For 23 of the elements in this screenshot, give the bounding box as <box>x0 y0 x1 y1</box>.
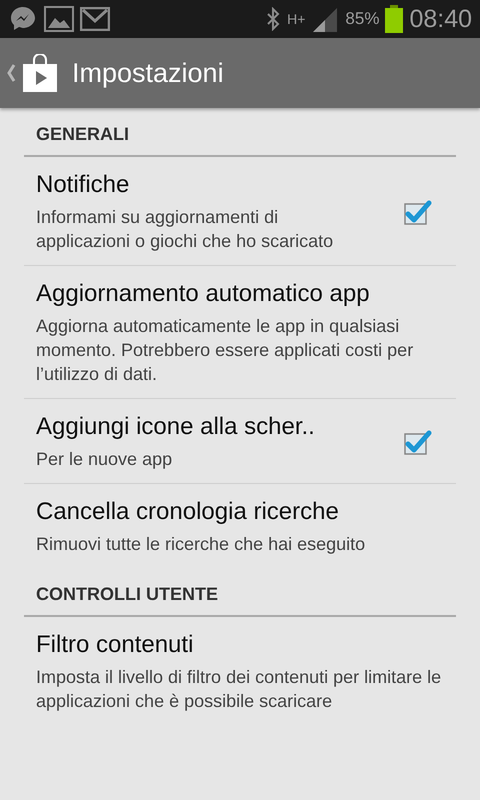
battery-percent: 85% <box>345 9 380 29</box>
setting-description: Imposta il livello di filtro dei contenuti per limitare le applicazioni che è possibile scaricare <box>36 666 442 713</box>
shopping-bag-icon <box>22 54 58 92</box>
setting-title[interactable]: Filtro contenuti <box>36 631 444 659</box>
bluetooth-icon <box>265 7 282 31</box>
section-header: CONTROLLI UTENTE <box>24 568 456 617</box>
setting-description: Per le nuove app <box>36 448 174 471</box>
section-header: GENERALI <box>24 108 456 157</box>
mail-icon <box>80 7 110 31</box>
setting-title[interactable]: Aggiungi icone alla scher.. <box>36 413 402 441</box>
network-type: H+ <box>287 11 306 27</box>
setting-description: Informami su aggiornamenti di applicazioni o giochi che ho scaricato <box>36 206 334 253</box>
back-icon[interactable] <box>6 63 16 83</box>
clock: 08:40 <box>409 4 472 34</box>
image-icon <box>44 6 74 32</box>
setting-description: Aggiorna automaticamente le app in qualsiasi momento. Potrebbero essere applicati costi per l’utilizzo di dati. <box>36 315 414 386</box>
setting-title[interactable]: Aggiornamento automatico app <box>36 280 444 308</box>
setting-title[interactable]: Notifiche <box>36 171 402 199</box>
setting-description: Rimuovi tutte le ricerche che hai eseguito <box>36 533 366 556</box>
setting-title[interactable]: Cancella cronologia ricerche <box>36 498 444 526</box>
battery-icon <box>385 5 404 33</box>
signal-icon <box>311 6 340 32</box>
screen-title: Impostazioni <box>72 58 224 88</box>
